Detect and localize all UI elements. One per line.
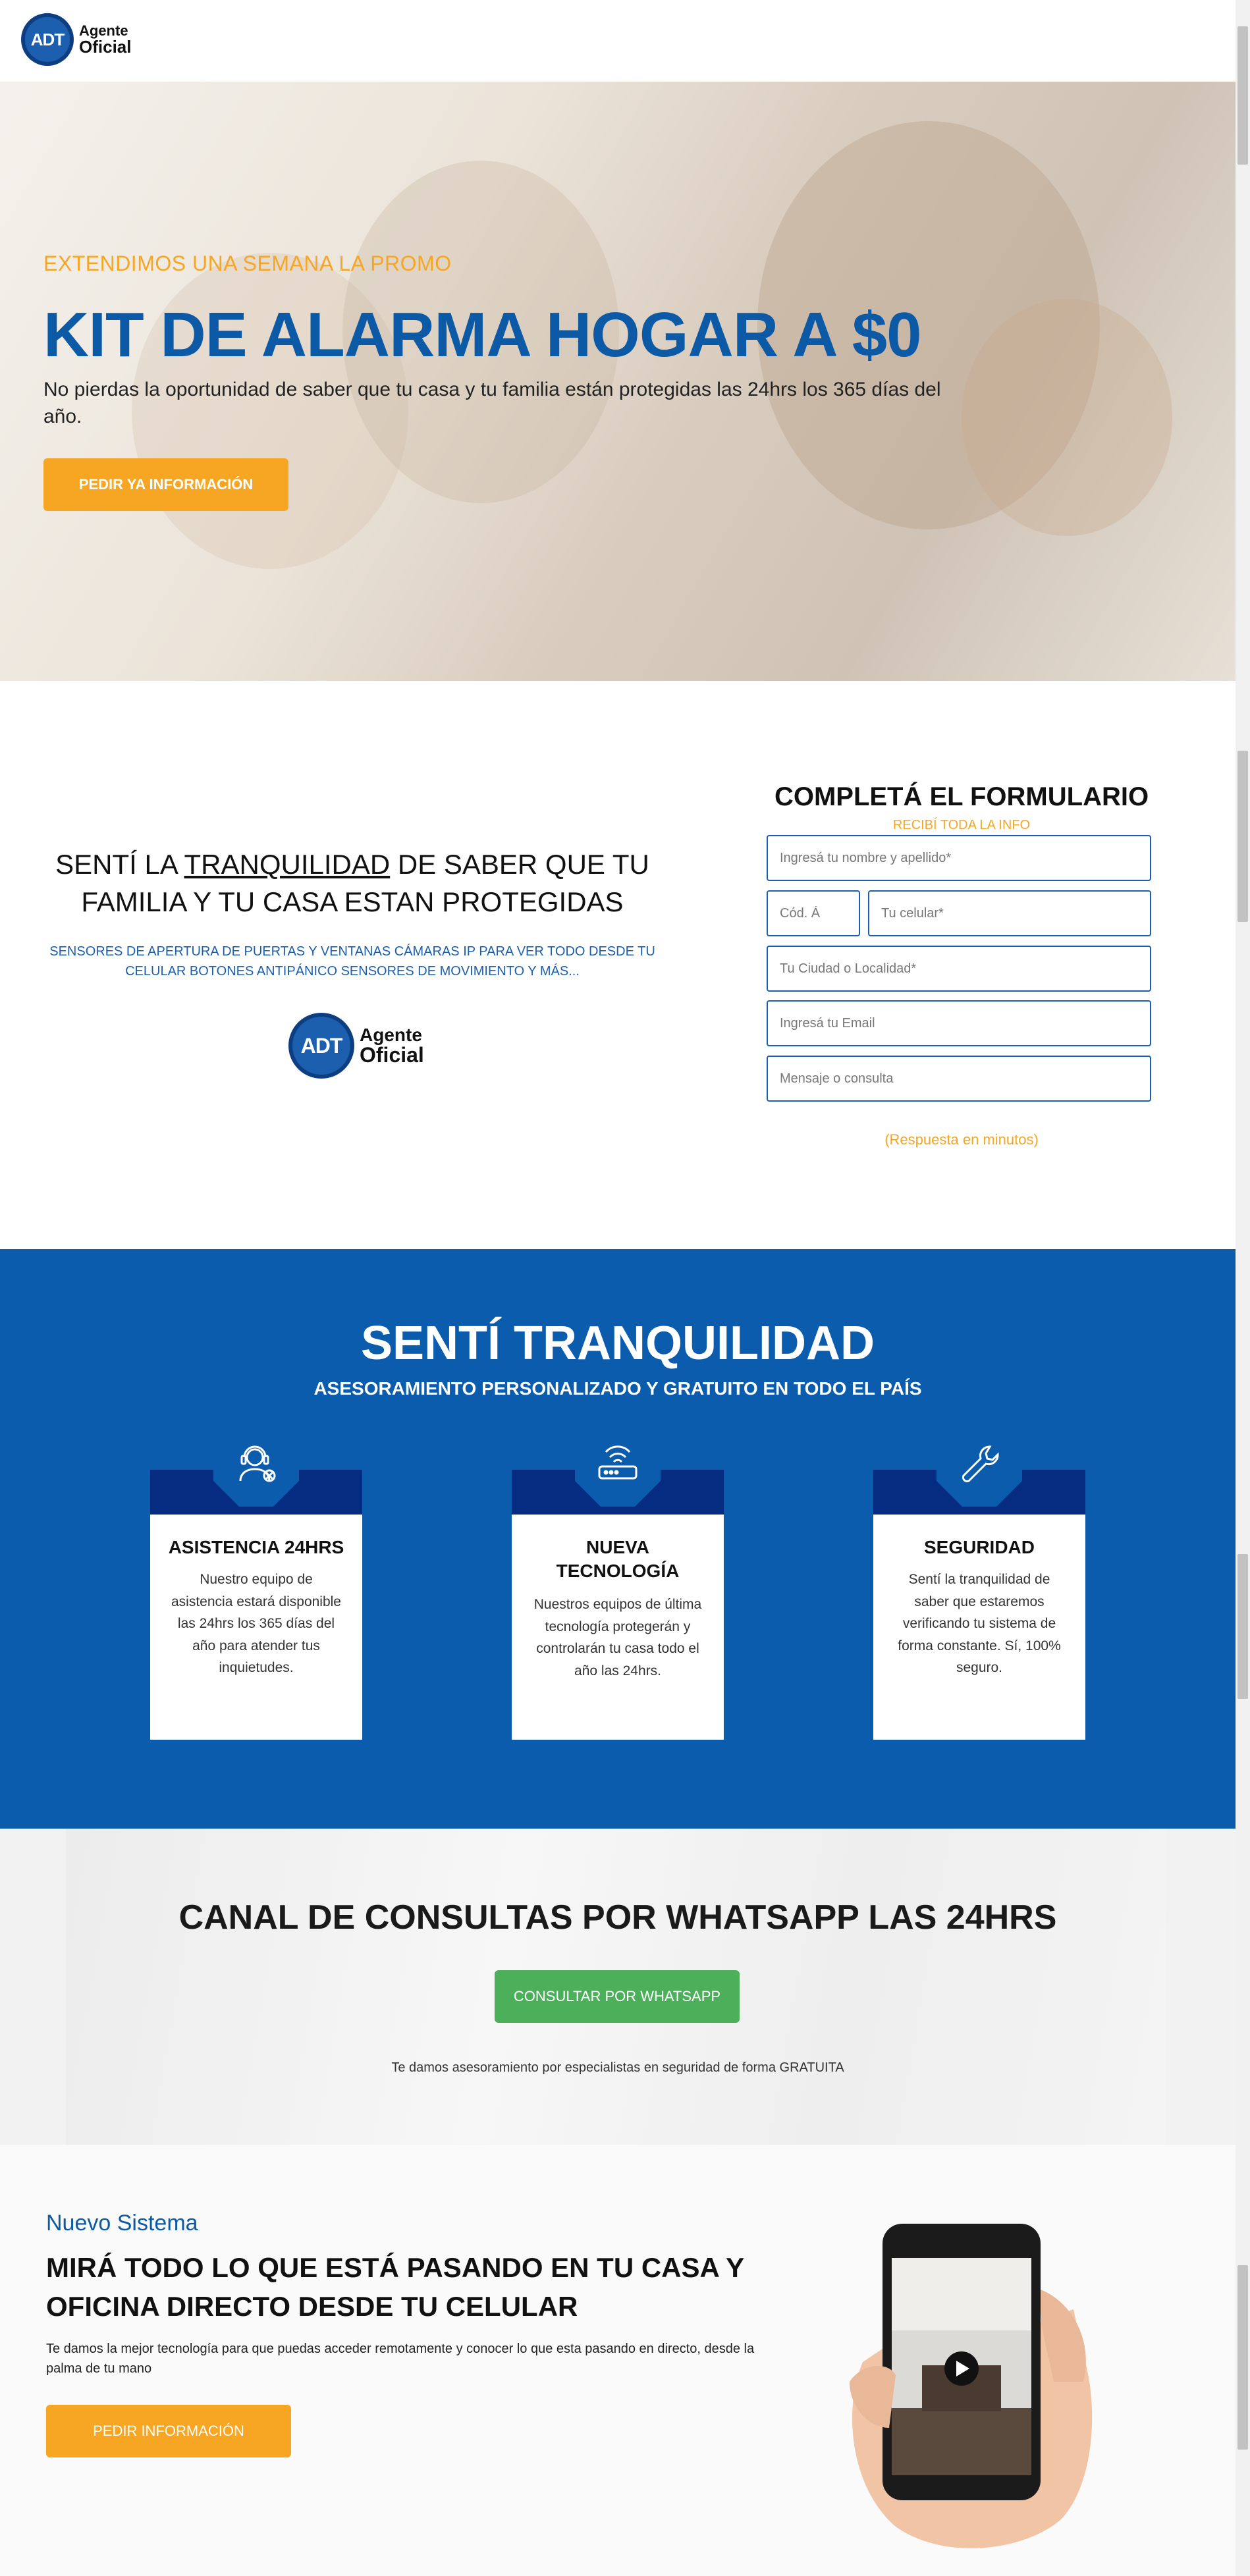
feature-card-text: Nuestros equipos de última tecnología pr… bbox=[533, 1597, 702, 1678]
features-title: SENTÍ TRANQUILIDAD bbox=[361, 1317, 875, 1370]
phone-field[interactable] bbox=[868, 890, 1151, 936]
features-section: SENTÍ TRANQUILIDAD ASESORAMIENTO PERSONA… bbox=[0, 1249, 1236, 1829]
whatsapp-section: CANAL DE CONSULTAS POR WHATSAPP LAS 24HR… bbox=[0, 1829, 1236, 2145]
logo-line-2: Oficial bbox=[360, 1043, 424, 1067]
whatsapp-title: CANAL DE CONSULTAS POR WHATSAPP LAS 24HR… bbox=[178, 1898, 1057, 1937]
hero-photo-shape bbox=[962, 299, 1172, 536]
tranquility-heading: SENTÍ LA TRANQUILIDAD DE SABER QUE TU FA… bbox=[40, 846, 665, 921]
hero-title: KIT DE ALARMA HOGAR A $0 bbox=[43, 300, 921, 370]
logo-line-2: Oficial bbox=[79, 37, 132, 57]
hero-promo-text: EXTENDIMOS UNA SEMANA LA PROMO bbox=[43, 252, 452, 275]
name-field[interactable] bbox=[767, 835, 1151, 881]
logo-line-1: Agente bbox=[79, 22, 128, 39]
tranquility-heading-pre: SENTÍ LA bbox=[55, 849, 184, 880]
hero-section: EXTENDIMOS UNA SEMANA LA PROMO KIT DE AL… bbox=[0, 82, 1236, 681]
page-scrollbar[interactable] bbox=[1236, 0, 1250, 2576]
form-subtitle: RECIBÍ TODA LA INFO bbox=[892, 818, 1031, 832]
feature-card-text: Sentí la tranquilidad de saber que estar… bbox=[898, 1572, 1061, 1676]
feature-card-text: Nuestro equipo de asistencia estará disp… bbox=[171, 1572, 341, 1676]
scrollbar-thumb[interactable] bbox=[1237, 26, 1248, 165]
feature-card-title: SEGURIDAD bbox=[923, 1537, 1035, 1557]
feature-card-title: NUEVA TECNOLOGÍA bbox=[556, 1537, 680, 1582]
feature-card: NUEVA TECNOLOGÍA Nuestros equipos de últ… bbox=[512, 1421, 724, 1740]
router-icon bbox=[575, 1421, 661, 1507]
scrollbar-thumb[interactable] bbox=[1237, 2265, 1248, 2450]
whatsapp-note: Te damos asesoramiento por especialistas… bbox=[391, 2060, 844, 2075]
adt-logo-secondary: ADT Agente Oficial bbox=[288, 1013, 424, 1079]
request-info-button[interactable]: PEDIR YA INFORMACIÓN bbox=[43, 458, 288, 511]
adt-logo-mark: ADT bbox=[288, 1013, 354, 1079]
tranquility-heading-underlined: TRANQUILIDAD bbox=[184, 849, 391, 880]
message-field[interactable] bbox=[767, 1056, 1151, 1102]
new-system-kicker: Nuevo Sistema bbox=[46, 2211, 198, 2236]
sensors-list-text: SENSORES DE APERTURA DE PUERTAS Y VENTAN… bbox=[49, 944, 655, 979]
response-note: (Respuesta en minutos) bbox=[884, 1131, 1039, 1148]
area-code-field[interactable] bbox=[767, 890, 860, 936]
adt-logo[interactable]: ADT Agente Oficial bbox=[21, 13, 131, 66]
request-info-button-secondary[interactable]: PEDIR INFORMACIÓN bbox=[46, 2405, 291, 2457]
new-system-title: MIRÁ TODO LO QUE ESTÁ PASANDO EN TU CASA… bbox=[46, 2252, 744, 2322]
phone-in-hand-image bbox=[823, 2211, 1113, 2560]
wrench-icon bbox=[937, 1421, 1022, 1507]
email-field[interactable] bbox=[767, 1000, 1151, 1046]
hero-subtitle: No pierdas la oportunidad de saber que t… bbox=[43, 379, 941, 427]
support-agent-icon bbox=[213, 1421, 299, 1507]
feature-card: SEGURIDAD Sentí la tranquilidad de saber… bbox=[873, 1421, 1085, 1740]
new-system-text: Te damos la mejor tecnología para que pu… bbox=[46, 2342, 755, 2376]
feature-card-title: ASISTENCIA 24HRS bbox=[168, 1537, 344, 1557]
logo-line-1: Agente bbox=[360, 1025, 422, 1045]
city-field[interactable] bbox=[767, 946, 1151, 992]
whatsapp-button[interactable]: CONSULTAR POR WHATSAPP bbox=[495, 1970, 740, 2023]
site-header: ADT Agente Oficial bbox=[0, 0, 1236, 82]
features-subtitle: ASESORAMIENTO PERSONALIZADO Y GRATUITO E… bbox=[313, 1378, 922, 1399]
scrollbar-thumb[interactable] bbox=[1237, 1554, 1248, 1699]
scrollbar-thumb[interactable] bbox=[1237, 751, 1248, 922]
new-system-section: Nuevo Sistema MIRÁ TODO LO QUE ESTÁ PASA… bbox=[0, 2145, 1236, 2576]
form-title: COMPLETÁ EL FORMULARIO bbox=[774, 782, 1149, 811]
adt-logo-mark: ADT bbox=[21, 13, 74, 66]
feature-card: ASISTENCIA 24HRS Nuestro equipo de asist… bbox=[150, 1421, 362, 1740]
